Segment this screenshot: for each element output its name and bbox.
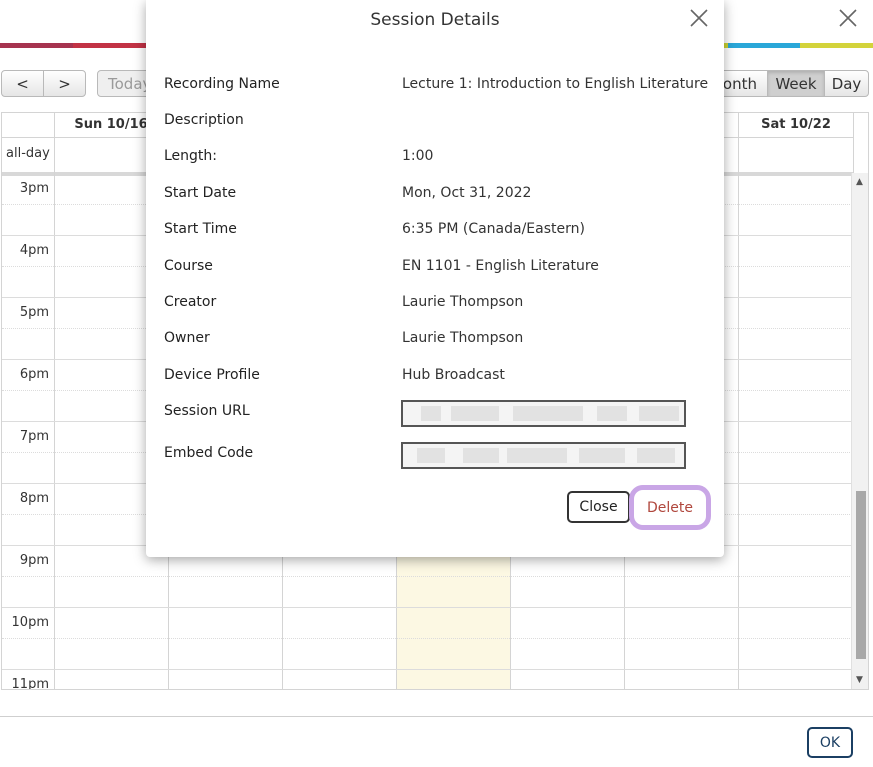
redacted-text (421, 406, 441, 421)
delete-button-highlight: Delete (629, 485, 711, 530)
half-hour-line (2, 576, 854, 577)
course-label: Course (164, 258, 213, 274)
owner-label: Owner (164, 330, 210, 346)
recording-name-label: Recording Name (164, 76, 280, 92)
chevron-right-icon: > (58, 74, 71, 93)
close-icon[interactable] (687, 6, 711, 30)
hour-label: 4pm (19, 243, 49, 258)
start-date-value: Mon, Oct 31, 2022 (402, 185, 532, 201)
hour-label: 9pm (19, 553, 49, 568)
embed-code-label: Embed Code (164, 445, 254, 461)
hour-line (2, 607, 854, 608)
start-time-label: Start Time (164, 221, 237, 237)
week-view-button[interactable]: Week (767, 70, 825, 97)
stripe-segment (800, 43, 873, 48)
all-day-label: all-day (6, 146, 50, 161)
calendar-scrollbar[interactable]: ▲ ▼ (851, 173, 868, 689)
redacted-text (451, 406, 499, 421)
chevron-left-icon: < (16, 74, 29, 93)
device-profile-value: Hub Broadcast (402, 367, 505, 383)
scroll-down-icon[interactable]: ▼ (856, 675, 863, 685)
hour-label: 11pm (11, 677, 49, 690)
column-divider (853, 113, 854, 173)
session-url-label: Session URL (164, 403, 250, 419)
hour-label: 10pm (11, 615, 49, 630)
redacted-text (513, 406, 583, 421)
hour-label: 6pm (19, 367, 49, 382)
recording-name-value: Lecture 1: Introduction to English Liter… (402, 76, 709, 92)
scroll-up-icon[interactable]: ▲ (856, 177, 863, 187)
stripe-segment (72, 43, 146, 48)
ok-button[interactable]: OK (807, 727, 853, 758)
next-week-button[interactable]: > (43, 70, 86, 97)
redacted-text (579, 448, 625, 463)
start-date-label: Start Date (164, 185, 237, 201)
description-label: Description (164, 112, 244, 128)
hour-label: 8pm (19, 491, 49, 506)
device-profile-label: Device Profile (164, 367, 260, 383)
footer-divider (0, 716, 873, 717)
hour-label: 3pm (19, 181, 49, 196)
creator-value: Laurie Thompson (402, 294, 524, 310)
column-divider (54, 113, 55, 689)
hour-line (2, 669, 854, 670)
delete-button[interactable]: Delete (639, 494, 701, 521)
redacted-text (463, 448, 499, 463)
prev-week-button[interactable]: < (1, 70, 44, 97)
owner-value: Laurie Thompson (402, 330, 524, 346)
day-header-sat: Sat 10/22 (761, 117, 831, 132)
column-divider (738, 113, 739, 689)
half-hour-line (2, 638, 854, 639)
day-view-button[interactable]: Day (824, 70, 869, 97)
hour-label: 5pm (19, 305, 49, 320)
length-value: 1:00 (402, 148, 434, 164)
window-close-icon[interactable] (836, 6, 860, 30)
start-time-value: 6:35 PM (Canada/Eastern) (402, 221, 585, 237)
stripe-segment (727, 43, 801, 48)
creator-label: Creator (164, 294, 217, 310)
embed-code-field[interactable] (401, 442, 686, 469)
stripe-segment (0, 43, 73, 48)
redacted-text (597, 406, 627, 421)
hour-label: 7pm (19, 429, 49, 444)
course-value: EN 1101 - English Literature (402, 258, 599, 274)
redacted-text (637, 448, 675, 463)
session-url-field[interactable] (401, 400, 686, 427)
close-button[interactable]: Close (567, 491, 630, 523)
scrollbar-thumb[interactable] (856, 491, 866, 659)
length-label: Length: (164, 148, 218, 164)
redacted-text (507, 448, 567, 463)
dialog-title: Session Details (370, 10, 500, 30)
redacted-text (639, 406, 679, 421)
session-details-dialog: Session Details Recording Name Lecture 1… (146, 0, 724, 557)
redacted-text (417, 448, 445, 463)
